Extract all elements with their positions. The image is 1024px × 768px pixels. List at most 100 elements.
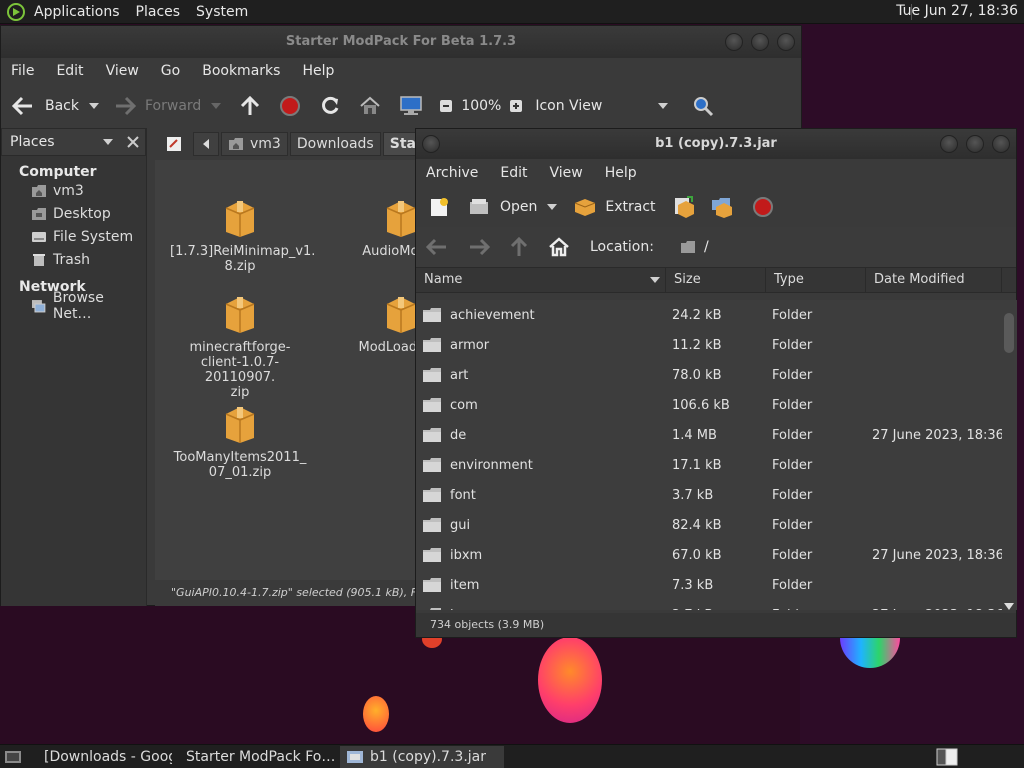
wallpaper-bubble [538,637,602,723]
menu-archive[interactable]: Archive [426,165,478,181]
cell-type: Folder [766,608,866,611]
table-row[interactable]: armor 11.2 kB Folder [416,330,1002,360]
open-dropdown[interactable] [547,204,558,210]
menu-go[interactable]: Go [161,63,180,79]
desktop-folder-icon [32,207,46,220]
computer-icon[interactable] [399,95,423,117]
places-sidebar: Places Computer vm3 Desktop File System … [1,128,147,606]
scrollbar-thumb[interactable] [1004,313,1014,353]
forward-history-dropdown[interactable] [211,103,222,109]
breadcrumb-vm3[interactable]: vm3 [221,132,288,156]
cell-name: achievement [416,307,666,323]
add-files-icon[interactable] [672,195,696,219]
window-menu-button[interactable] [422,135,440,153]
menu-edit[interactable]: Edit [500,165,527,181]
menu-help[interactable]: Help [302,63,334,79]
menu-help[interactable]: Help [605,165,637,181]
location-path[interactable]: / [704,239,709,255]
task-file-manager[interactable]: Starter ModPack Fo… [174,746,338,768]
column-type[interactable]: Type [766,267,866,293]
system-menu[interactable]: System [196,4,248,20]
menu-bookmarks[interactable]: Bookmarks [202,63,280,79]
sidebar-type-dropdown[interactable] [103,139,113,145]
zip-archive-icon [225,297,255,333]
zoom-out-icon[interactable] [439,99,453,113]
workspace-switcher-icon[interactable] [936,748,958,766]
file-manager-titlebar[interactable]: Starter ModPack For Beta 1.7.3 [1,26,801,58]
view-mode-dropdown[interactable] [658,103,669,109]
maximize-button[interactable] [751,33,769,51]
table-row[interactable]: item 7.3 kB Folder [416,570,1002,600]
breadcrumb-downloads[interactable]: Downloads [289,132,381,156]
view-mode-select[interactable]: Icon View [535,98,602,114]
table-row[interactable]: achievement 24.2 kB Folder [416,300,1002,330]
menu-edit[interactable]: Edit [56,63,83,79]
sidebar-item-vm3[interactable]: vm3 [1,179,146,202]
edit-location-icon[interactable] [165,135,183,153]
close-icon[interactable] [127,136,139,148]
file-item[interactable]: TooManyItems2011_ 07_01.zip [170,404,310,480]
distro-logo-icon[interactable] [6,2,26,22]
new-archive-icon[interactable] [428,196,450,218]
stop-icon[interactable] [752,196,774,218]
cell-type: Folder [772,367,813,383]
file-item[interactable]: minecraftforge- client-1.0.7-20110907. z… [170,294,310,400]
close-button[interactable] [777,33,795,51]
forward-button[interactable]: Forward [113,95,201,117]
clock[interactable]: Tue Jun 27, 18:36 [896,3,1018,19]
column-name[interactable]: Name [416,267,666,293]
menu-view[interactable]: View [106,63,139,79]
sidebar-item-trash[interactable]: Trash [1,248,146,271]
search-icon[interactable] [692,95,714,117]
file-item[interactable]: [1.7.3]ReiMinimap_v1. 8.zip [170,198,315,274]
task-archive-manager[interactable]: b1 (copy).7.3.jar [340,745,504,768]
places-menu[interactable]: Places [136,4,181,20]
cell-size: 106.6 kB [672,397,730,413]
sidebar-item-browse-network[interactable]: Browse Net… [1,290,146,322]
archive-titlebar[interactable]: b1 (copy).7.3.jar [416,129,1016,159]
sidebar-item-file-system[interactable]: File System [1,225,146,248]
minimize-button[interactable] [725,33,743,51]
maximize-button[interactable] [966,135,984,153]
table-row[interactable]: javax 2.7 kBFolder27 June 2023, 18:36 [416,600,1002,610]
table-row[interactable]: com 106.6 kB Folder [416,390,1002,420]
reload-icon[interactable] [319,95,341,117]
column-size[interactable]: Size [666,267,766,293]
table-row[interactable]: art 78.0 kB Folder [416,360,1002,390]
add-folder-icon[interactable] [710,195,734,219]
menu-file[interactable]: File [11,63,34,79]
zoom-in-icon[interactable] [509,99,523,113]
cell-name: art [416,367,666,383]
back-button[interactable]: Back [11,95,79,117]
zoom-level[interactable]: 100% [461,98,501,114]
cell-name-text: ibxm [450,547,483,563]
stop-icon[interactable] [279,95,301,117]
applications-menu[interactable]: Applications [34,4,120,20]
back-arrow-icon[interactable] [426,238,448,256]
back-history-dropdown[interactable] [89,103,99,109]
table-row[interactable]: de 1.4 MB Folder 27 June 2023, 18:36 [416,420,1002,450]
window-title: Starter ModPack For Beta 1.7.3 [285,34,517,49]
table-row[interactable]: gui 82.4 kB Folder [416,510,1002,540]
folder-icon [423,338,441,352]
table-row[interactable]: ibxm 67.0 kB Folder 27 June 2023, 18:36 [416,540,1002,570]
minimize-button[interactable] [940,135,958,153]
column-date-modified[interactable]: Date Modified [866,267,1002,293]
show-desktop-icon[interactable] [4,749,22,765]
sidebar-item-desktop[interactable]: Desktop [1,202,146,225]
task-chrome-downloads[interactable]: [Downloads - Goog… [32,746,172,768]
forward-arrow-icon[interactable] [468,238,490,256]
home-icon[interactable] [548,237,570,257]
menu-view[interactable]: View [550,165,583,181]
extract-button[interactable]: Extract [573,197,656,217]
open-button[interactable]: Open [468,197,537,217]
up-arrow-icon[interactable] [510,237,528,257]
scroll-down-arrow-icon[interactable] [1004,603,1014,610]
home-icon[interactable] [359,95,381,117]
breadcrumb-back-arrow[interactable] [193,132,219,156]
table-row[interactable]: environment 17.1 kB Folder [416,450,1002,480]
close-button[interactable] [992,135,1010,153]
up-arrow-icon[interactable] [239,95,261,117]
cell-size: 67.0 kB [672,547,722,563]
table-row[interactable]: font 3.7 kB Folder [416,480,1002,510]
